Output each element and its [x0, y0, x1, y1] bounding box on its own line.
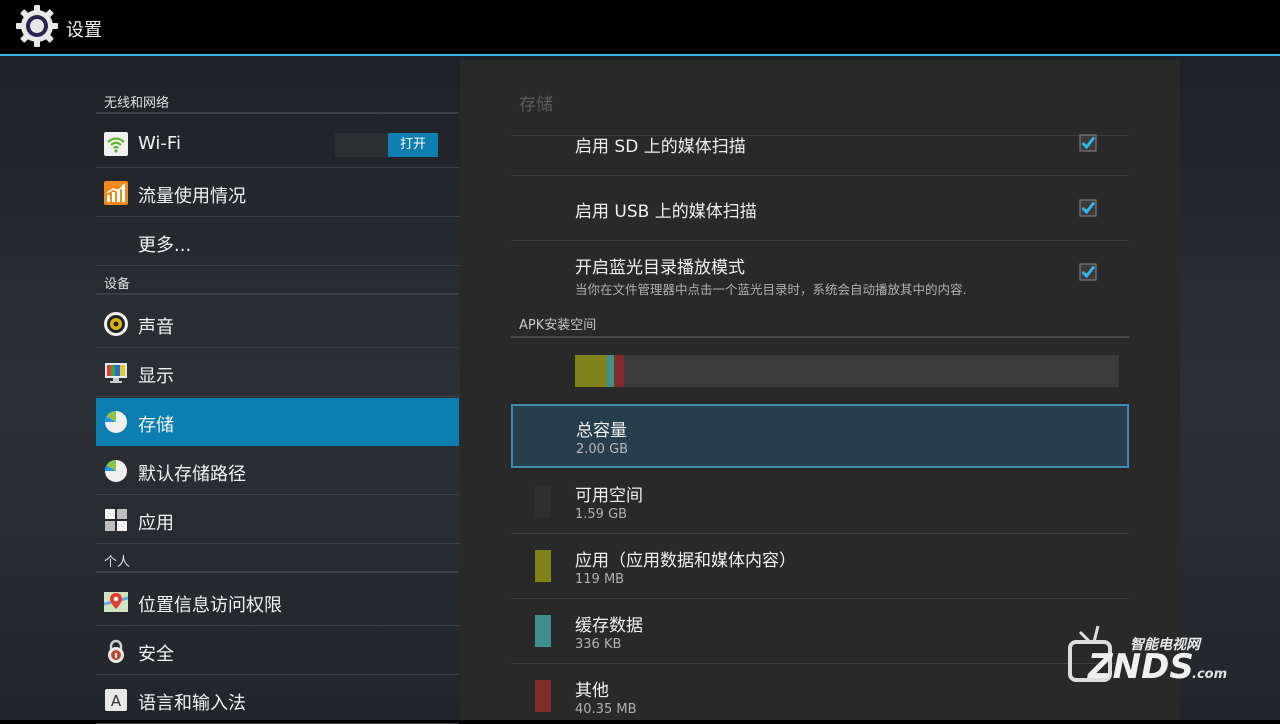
- pref-title: 启用 SD 上的媒体扫描: [575, 137, 746, 157]
- pref-title: 缓存数据: [575, 616, 643, 636]
- pref-title: 可用空间: [575, 486, 643, 506]
- pref-apps-usage[interactable]: 应用（应用数据和媒体内容） 119 MB: [511, 534, 1129, 598]
- checkbox-checked-icon[interactable]: [1079, 134, 1097, 152]
- header-item-label: 默认存储路径: [138, 464, 246, 485]
- znds-watermark-logo: 智能电视网 ZNDS .com: [1068, 625, 1227, 687]
- pref-total-capacity[interactable]: 总容量 2.00 GB: [511, 404, 1129, 468]
- header-item-storage[interactable]: 存储: [96, 398, 459, 446]
- header-item-label: 语言和输入法: [138, 693, 246, 714]
- pref-title: 开启蓝光目录播放模式: [575, 258, 745, 278]
- header-item-language[interactable]: A 语言和输入法: [96, 676, 459, 724]
- data-usage-icon: [104, 181, 128, 205]
- speaker-icon: [104, 312, 128, 336]
- section-apk-storage: APK安装空间: [511, 314, 1129, 338]
- header-item-label: 流量使用情况: [138, 186, 246, 207]
- header-item-label: 更多...: [138, 235, 192, 256]
- pref-other-usage[interactable]: 其他 40.35 MB: [511, 664, 1129, 720]
- pref-value: 119 MB: [575, 572, 625, 587]
- pref-value: 336 KB: [575, 637, 622, 652]
- watermark-en: ZNDS: [1087, 647, 1194, 687]
- pref-value: 1.59 GB: [575, 507, 628, 522]
- lock-icon: [108, 639, 124, 663]
- color-swatch-available: [535, 485, 551, 517]
- svg-text:A: A: [111, 692, 122, 710]
- apps-grid-icon: [105, 509, 127, 531]
- usage-segment-cache: [607, 355, 614, 387]
- header-item-default-storage[interactable]: 默认存储路径: [96, 447, 459, 495]
- action-bar: 设置: [0, 0, 1280, 56]
- header-item-sound[interactable]: 声音: [96, 300, 459, 348]
- header-item-apps[interactable]: 应用: [96, 496, 459, 544]
- pref-title: 启用 USB 上的媒体扫描: [575, 202, 757, 222]
- header-item-data-usage[interactable]: 流量使用情况: [96, 169, 459, 217]
- settings-gear-icon[interactable]: [14, 3, 60, 49]
- category-wireless: 无线和网络: [96, 92, 459, 114]
- pref-bluray-mode[interactable]: 开启蓝光目录播放模式 当你在文件管理器中点击一个蓝光目录时，系统会自动播放其中的…: [511, 241, 1129, 305]
- pref-cache-usage[interactable]: 缓存数据 336 KB: [511, 599, 1129, 663]
- pref-title: 应用（应用数据和媒体内容）: [575, 551, 796, 571]
- header-item-location[interactable]: 位置信息访问权限: [96, 578, 459, 626]
- wifi-icon: [104, 132, 128, 156]
- header-item-security[interactable]: 安全: [96, 627, 459, 675]
- checkbox-checked-icon[interactable]: [1079, 199, 1097, 217]
- color-swatch-cache: [535, 615, 551, 647]
- header-item-more[interactable]: 更多...: [96, 218, 459, 266]
- storage-usage-bar: [575, 355, 1119, 387]
- pref-available-space[interactable]: 可用空间 1.59 GB: [511, 469, 1129, 533]
- pref-value: 40.35 MB: [575, 702, 637, 717]
- display-icon: [105, 363, 127, 383]
- header-item-label: 位置信息访问权限: [138, 595, 282, 616]
- category-device: 设备: [96, 273, 459, 295]
- pref-media-scan-usb[interactable]: 启用 USB 上的媒体扫描: [511, 176, 1129, 240]
- header-item-label: 存储: [138, 415, 174, 436]
- header-item-label: Wi-Fi: [138, 133, 181, 154]
- header-item-label: 显示: [138, 366, 174, 387]
- usage-segment-apps: [575, 355, 607, 387]
- storage-pie-icon: [105, 411, 127, 433]
- pref-title: 其他: [575, 681, 609, 701]
- app-title: 设置: [66, 20, 102, 41]
- watermark-suffix: .com: [1192, 667, 1227, 682]
- storage-pie-icon: [105, 460, 127, 482]
- pref-title: 总容量: [576, 421, 627, 441]
- panel-title: 存储: [519, 95, 553, 115]
- usage-segment-other: [614, 355, 624, 387]
- header-item-label: 应用: [138, 513, 174, 534]
- wifi-toggle-switch[interactable]: 打开: [335, 133, 438, 157]
- header-item-wifi[interactable]: Wi-Fi 打开: [96, 120, 459, 168]
- pref-summary: 当你在文件管理器中点击一个蓝光目录时，系统会自动播放其中的内容.: [575, 282, 967, 297]
- location-icon: [104, 592, 128, 612]
- header-item-label: 安全: [138, 644, 174, 665]
- color-swatch-apps: [535, 550, 551, 582]
- keyboard-a-icon: A: [105, 689, 127, 711]
- wifi-toggle-on-label: 打开: [388, 133, 438, 157]
- pref-media-scan-sd[interactable]: 启用 SD 上的媒体扫描: [511, 130, 1129, 176]
- header-item-label: 声音: [138, 317, 174, 338]
- settings-headers-list: 无线和网络 Wi-Fi 打开 流量使用情况 更多... 设备 声音 显示 存储 …: [96, 56, 459, 724]
- pref-value: 2.00 GB: [576, 442, 629, 457]
- header-item-display[interactable]: 显示: [96, 349, 459, 397]
- color-swatch-other: [535, 680, 551, 712]
- checkbox-checked-icon[interactable]: [1079, 263, 1097, 281]
- category-personal: 个人: [96, 551, 459, 573]
